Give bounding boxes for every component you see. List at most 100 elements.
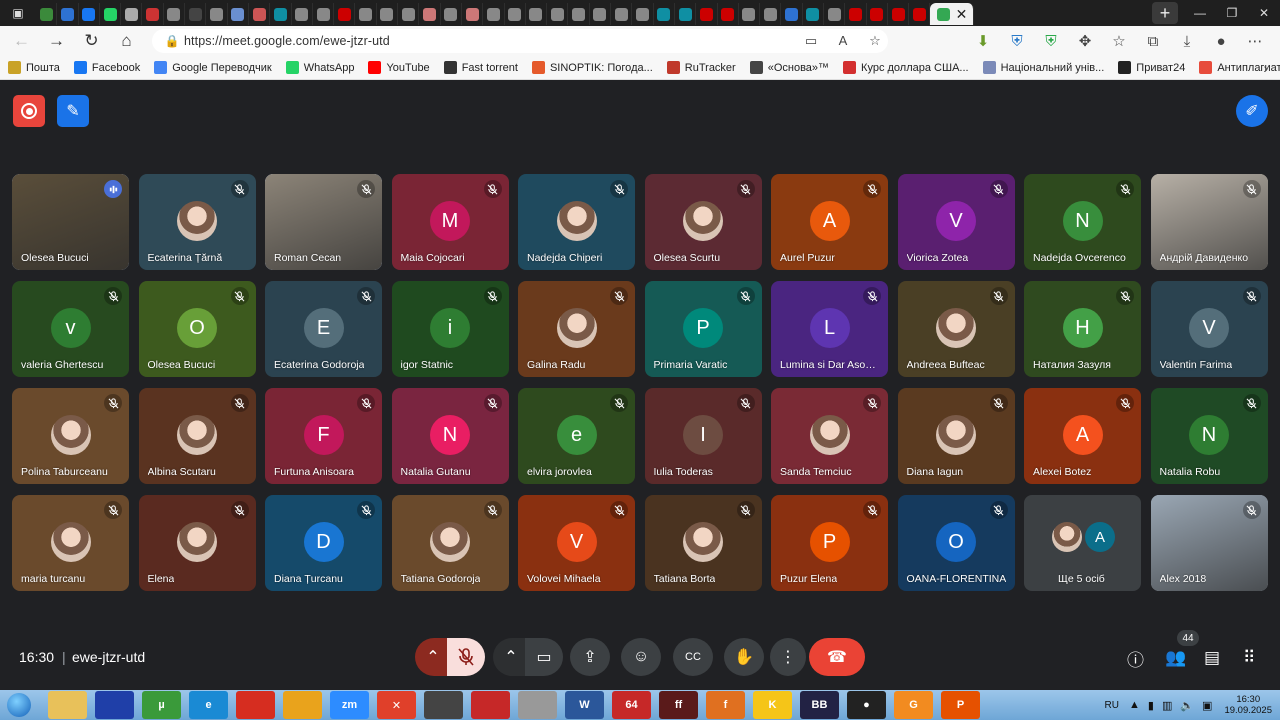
mic-toggle-button[interactable] — [447, 638, 485, 676]
language-indicator[interactable]: RU — [1105, 700, 1119, 711]
back-button[interactable]: ← — [4, 26, 39, 56]
participant-tile[interactable]: O Olesea Bucuci — [138, 281, 256, 377]
browser-tab[interactable] — [803, 3, 824, 25]
participant-tile[interactable]: i igor Statnic — [391, 281, 509, 377]
raise-hand-button[interactable]: ✋ — [724, 638, 764, 676]
participant-tile[interactable]: H Наталия Зазуля — [1024, 281, 1141, 377]
taskbar-app-zoom-icon[interactable]: zm — [330, 691, 369, 719]
close-window-icon[interactable]: ✕ — [1248, 6, 1280, 20]
taskbar-app-yellow-app-icon[interactable] — [283, 691, 322, 719]
browser-menu-icon[interactable]: ⋯ — [1238, 32, 1272, 50]
activities-button[interactable]: ⠿ — [1243, 646, 1255, 670]
notes-button[interactable]: ✎ — [57, 95, 89, 127]
participant-tile[interactable]: N Natalia Gutanu — [391, 388, 509, 484]
read-aloud-icon[interactable]: A — [830, 33, 856, 49]
participant-tile[interactable]: V Valentin Farima — [1150, 281, 1268, 377]
participant-tile[interactable]: Nadejda Chiperi — [518, 174, 635, 270]
browser-tab[interactable] — [867, 3, 888, 25]
present-screen-button[interactable]: ⇪ — [570, 638, 610, 676]
browser-tab[interactable] — [142, 3, 164, 25]
annotate-button[interactable]: ✐ — [1236, 95, 1268, 127]
participant-tile[interactable]: Albina Scutaru — [138, 388, 256, 484]
browser-tab[interactable] — [696, 3, 718, 25]
participant-tile[interactable]: Ecaterina Țărnă — [138, 174, 256, 270]
participant-tile[interactable]: A Ще 5 осіб — [1024, 495, 1141, 591]
browser-tab[interactable] — [419, 3, 441, 25]
more-options-button[interactable]: ⋮ — [770, 638, 806, 676]
participant-tile[interactable]: P Puzur Elena — [771, 495, 888, 591]
active-tab[interactable]: ✕ — [930, 3, 975, 25]
browser-tab[interactable] — [760, 3, 782, 25]
meeting-details-button[interactable]: ⓘ — [1127, 646, 1144, 670]
participant-tile[interactable]: P Primaria Varatic — [644, 281, 762, 377]
taskbar-app-p-app-icon[interactable]: P — [941, 691, 980, 719]
participant-tile[interactable]: F Furtuna Anisoara — [265, 388, 382, 484]
browser-tab[interactable] — [79, 3, 100, 25]
bookmark-item[interactable]: Пошта — [8, 61, 60, 74]
participant-tile[interactable]: Sanda Temciuc — [771, 388, 888, 484]
browser-tab[interactable] — [590, 3, 612, 25]
browser-tab[interactable] — [845, 3, 867, 25]
participant-tile[interactable]: V Volovei Mihaela — [518, 495, 635, 591]
volume-icon[interactable]: 🔈 — [1180, 699, 1194, 712]
participant-tile[interactable]: Polina Taburceanu — [12, 388, 129, 484]
taskbar-app-ff-app-icon[interactable]: ff — [659, 691, 698, 719]
browser-tab[interactable] — [270, 3, 292, 25]
browser-tab[interactable] — [398, 3, 420, 25]
participant-tile[interactable]: maria turcanu — [12, 495, 129, 591]
bookmark-item[interactable]: SINOPTIK: Погода... — [531, 61, 653, 74]
reload-button[interactable]: ↻ — [74, 26, 109, 56]
participant-tile[interactable]: N Natalia Robu — [1150, 388, 1268, 484]
taskbar-app-x-app-icon[interactable]: ✕ — [377, 691, 416, 719]
profile-avatar[interactable]: ● — [1204, 33, 1238, 50]
browser-tab[interactable] — [675, 3, 697, 25]
browser-tab[interactable] — [206, 3, 228, 25]
bookmark-item[interactable]: WhatsApp — [285, 61, 354, 74]
bookmark-item[interactable]: «Основа»™ — [749, 61, 829, 74]
participant-tile[interactable]: Tatiana Godoroja — [391, 495, 509, 591]
taskbar-app-utorrent-icon[interactable]: µ — [142, 691, 181, 719]
browser-tab[interactable] — [57, 3, 79, 25]
taskbar-app-keyboard-app-icon[interactable] — [424, 691, 463, 719]
browser-tab[interactable] — [36, 3, 58, 25]
taskbar-app-64-app-icon[interactable]: 64 — [612, 691, 651, 719]
bookmark-item[interactable]: Приват24 — [1118, 61, 1185, 74]
browser-tab[interactable] — [185, 3, 207, 25]
browser-tab[interactable] — [781, 3, 803, 25]
participant-tile[interactable]: M Maia Cojocari — [391, 174, 509, 270]
participant-tile[interactable]: Olesea Scurtu — [644, 174, 762, 270]
browser-tab[interactable] — [547, 3, 569, 25]
participant-tile[interactable]: Tatiana Borta — [644, 495, 762, 591]
participant-tile[interactable]: A Alexei Botez — [1024, 388, 1141, 484]
browser-tab[interactable] — [632, 3, 654, 25]
taskbar-clock[interactable]: 16:30 19.09.2025 — [1224, 694, 1272, 716]
taskbar-app-f-app-icon[interactable]: f — [706, 691, 745, 719]
window-menu-icon[interactable]: ▣ — [0, 0, 36, 26]
participant-tile[interactable]: Galina Radu — [518, 281, 635, 377]
browser-tab[interactable] — [611, 3, 633, 25]
participant-tile[interactable]: E Ecaterina Godoroja — [265, 281, 382, 377]
new-tab-button[interactable]: + — [1152, 2, 1178, 24]
battery-icon[interactable]: ▮ — [1148, 699, 1154, 712]
browser-tab[interactable] — [526, 3, 548, 25]
browser-tab[interactable] — [249, 3, 271, 25]
start-button[interactable] — [0, 690, 38, 720]
participant-tile[interactable]: N Nadejda Ovcerenco — [1024, 174, 1141, 270]
taskbar-app-k-app-icon[interactable]: K — [753, 691, 792, 719]
browser-tab[interactable] — [313, 3, 335, 25]
bookmark-item[interactable]: Google Переводчик — [154, 61, 272, 74]
participant-tile[interactable]: Андрій Давиденко — [1150, 174, 1268, 270]
browser-tab[interactable] — [228, 3, 249, 25]
restore-icon[interactable]: ❐ — [1216, 6, 1248, 20]
downloads-icon[interactable]: ⤓ — [1170, 33, 1204, 50]
browser-tab[interactable] — [739, 3, 761, 25]
browser-tab[interactable] — [718, 3, 739, 25]
tray-expand-icon[interactable]: ▲ — [1129, 699, 1140, 711]
taskbar-app-edge-icon[interactable]: e — [189, 691, 228, 719]
bookmark-item[interactable]: YouTube — [368, 61, 430, 74]
browser-tab[interactable] — [121, 3, 143, 25]
browser-tab[interactable] — [355, 3, 377, 25]
collections-icon[interactable]: ⧉ — [1136, 33, 1170, 50]
taskbar-app-pdf-icon[interactable] — [471, 691, 510, 719]
minimize-icon[interactable]: — — [1184, 6, 1216, 20]
